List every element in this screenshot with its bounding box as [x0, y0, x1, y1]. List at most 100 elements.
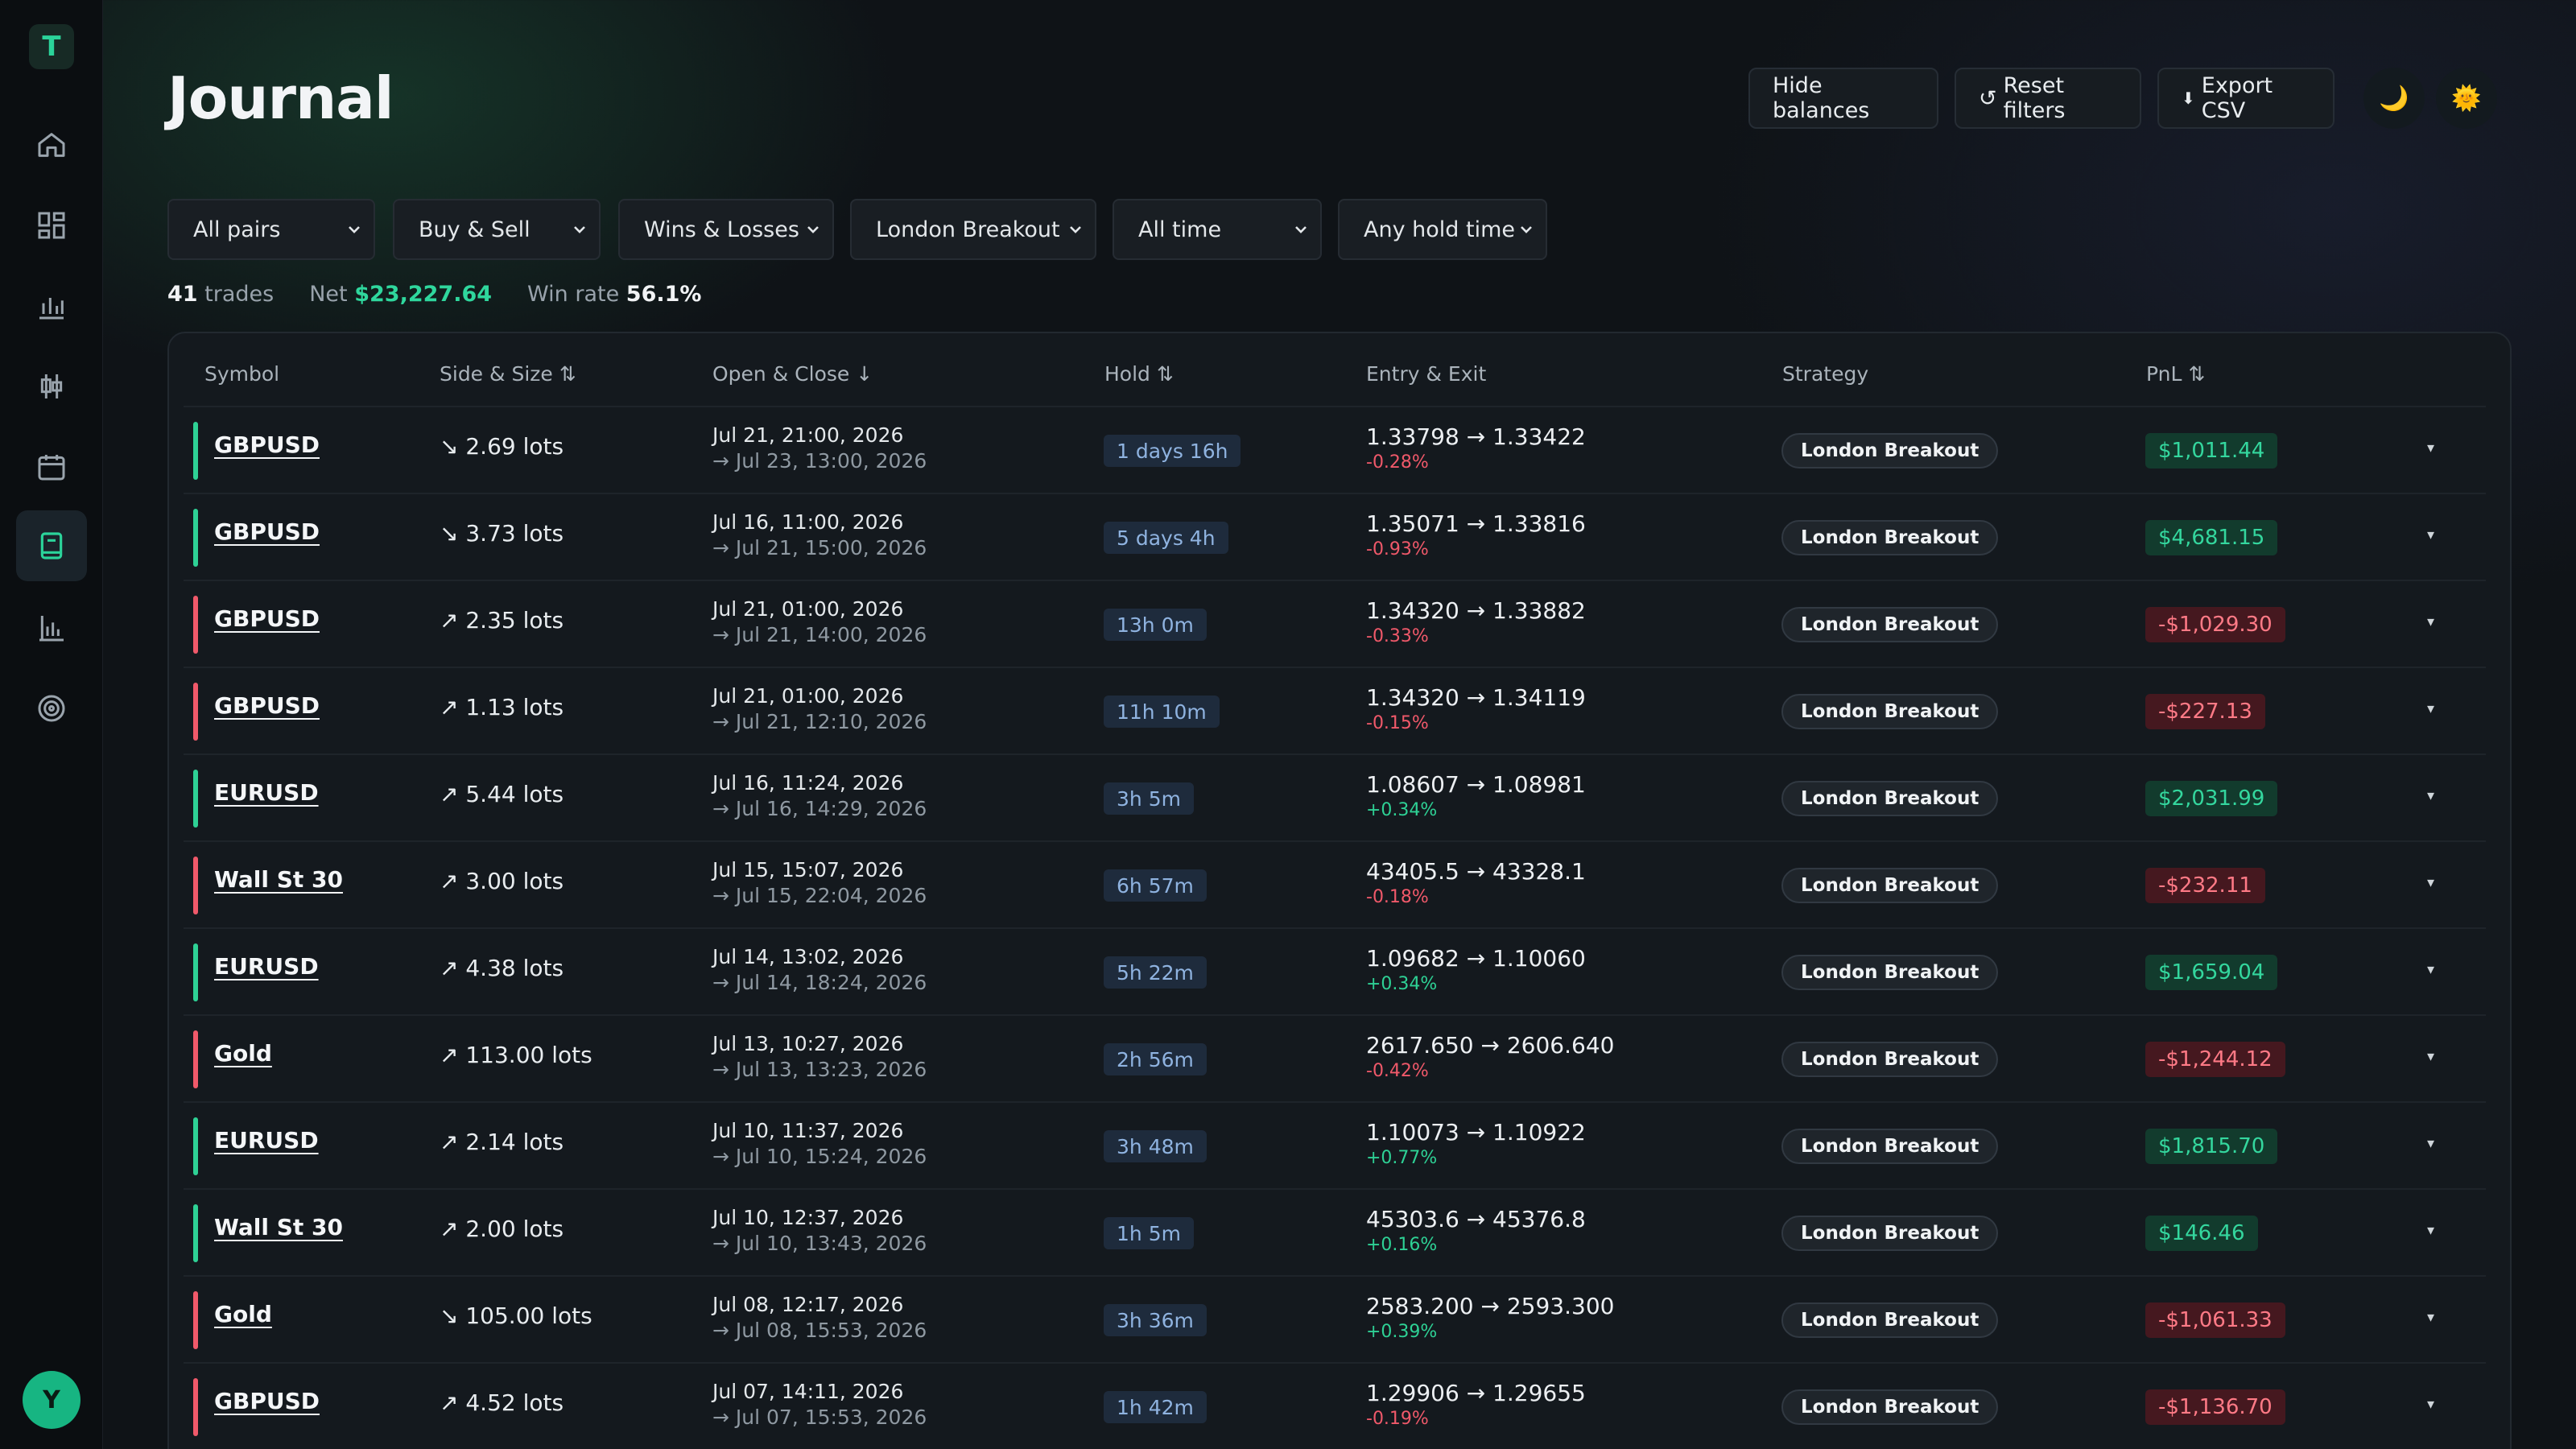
price-change: -0.33% [1366, 626, 1429, 646]
strategy-tag[interactable]: London Breakout [1781, 433, 1999, 469]
strategy-tag[interactable]: London Breakout [1781, 1216, 1999, 1251]
nav-charts[interactable] [16, 351, 87, 422]
pnl-badge: -$1,029.30 [2145, 607, 2285, 642]
pnl-badge: -$1,061.33 [2145, 1302, 2285, 1338]
price-change: +0.16% [1366, 1235, 1438, 1255]
strategy-tag[interactable]: London Breakout [1781, 1389, 1999, 1425]
expand-caret-icon[interactable]: ▾ [2427, 1135, 2434, 1152]
strategy-filter-value: London Breakout [876, 217, 1060, 242]
expand-caret-icon[interactable]: ▾ [2427, 961, 2434, 978]
strategy-tag[interactable]: London Breakout [1781, 955, 1999, 990]
table-row[interactable]: GBPUSD ↗ 1.13 lots Jul 21, 01:00, 2026 → Ju… [184, 667, 2486, 753]
table-row[interactable]: GBPUSD ↗ 4.52 lots Jul 07, 14:11, 2026 → Ju… [184, 1362, 2486, 1449]
side-filter[interactable]: Buy & Sell [393, 199, 601, 260]
expand-caret-icon[interactable]: ▾ [2427, 1048, 2434, 1065]
hold-badge: 6h 57m [1104, 869, 1207, 902]
strategy-tag[interactable]: London Breakout [1781, 781, 1999, 816]
expand-caret-icon[interactable]: ▾ [2427, 1309, 2434, 1326]
symbol-link[interactable]: EURUSD [214, 779, 319, 806]
col-pnl[interactable]: PnL ⇅ [2146, 362, 2205, 386]
journal-icon [40, 532, 63, 559]
expand-caret-icon[interactable]: ▾ [2427, 1396, 2434, 1413]
strategy-tag[interactable]: London Breakout [1781, 607, 1999, 642]
side-size: ↗ 2.35 lots [440, 607, 564, 634]
strategy-tag[interactable]: London Breakout [1781, 1302, 1999, 1338]
expand-caret-icon[interactable]: ▾ [2427, 700, 2434, 717]
symbol-link[interactable]: GBPUSD [214, 692, 320, 719]
table-row[interactable]: EURUSD ↗ 5.44 lots Jul 16, 11:24, 2026 → Ju… [184, 753, 2486, 840]
col-hold[interactable]: Hold ⇅ [1104, 362, 1174, 386]
hold-time-filter[interactable]: Any hold time [1338, 199, 1547, 260]
table-row[interactable]: Wall St 30 ↗ 3.00 lots Jul 15, 15:07, 2026… [184, 840, 2486, 927]
entry-exit: 1.33798 → 1.33422 [1366, 423, 1586, 450]
outcome-indicator [193, 1378, 198, 1436]
nav-home[interactable] [16, 109, 87, 180]
symbol-link[interactable]: Gold [214, 1040, 272, 1067]
table-row[interactable]: GBPUSD ↘ 3.73 lots Jul 16, 11:00, 2026 → Ju… [184, 493, 2486, 580]
expand-caret-icon[interactable]: ▾ [2427, 440, 2434, 456]
expand-caret-icon[interactable]: ▾ [2427, 874, 2434, 891]
entry-exit: 2617.650 → 2606.640 [1366, 1032, 1615, 1059]
nav-journal[interactable] [16, 510, 87, 581]
nav-goals[interactable] [16, 673, 87, 744]
analytics-icon [39, 616, 64, 642]
net-summary: Net $23,227.64 [309, 282, 492, 307]
symbol-link[interactable]: Wall St 30 [214, 1214, 343, 1241]
price-change: -0.28% [1366, 452, 1429, 473]
pnl-badge: -$227.13 [2145, 694, 2265, 729]
symbol-link[interactable]: Wall St 30 [214, 866, 343, 893]
strategy-tag[interactable]: London Breakout [1781, 694, 1999, 729]
symbol-link[interactable]: Gold [214, 1301, 272, 1327]
table-row[interactable]: Gold ↗ 113.00 lots Jul 13, 10:27, 2026 → Ju… [184, 1014, 2486, 1101]
period-filter[interactable]: All time [1113, 199, 1322, 260]
col-strategy[interactable]: Strategy [1782, 362, 1868, 386]
col-entry-exit[interactable]: Entry & Exit [1366, 362, 1486, 386]
strategy-tag[interactable]: London Breakout [1781, 868, 1999, 903]
outcome-filter[interactable]: Wins & Losses [618, 199, 834, 260]
col-side-size[interactable]: Side & Size ⇅ [440, 362, 576, 386]
reset-filters-button[interactable]: ↺ Reset filters [1955, 68, 2141, 129]
strategy-tag[interactable]: London Breakout [1781, 1129, 1999, 1164]
winrate-summary: Win rate 56.1% [527, 282, 701, 307]
nav-stats[interactable] [16, 270, 87, 341]
dark-mode-toggle[interactable]: 🌙 [2363, 68, 2425, 129]
pairs-filter[interactable]: All pairs [167, 199, 375, 260]
home-icon [38, 133, 65, 157]
symbol-link[interactable]: GBPUSD [214, 518, 320, 545]
user-avatar[interactable]: Y [23, 1371, 80, 1429]
chevron-down-icon [1521, 226, 1532, 233]
strategy-filter[interactable]: London Breakout [850, 199, 1096, 260]
col-open-close[interactable]: Open & Close ↓ [712, 362, 873, 386]
page-title: Journal [167, 64, 394, 132]
app-logo[interactable]: T [29, 24, 74, 69]
symbol-link[interactable]: GBPUSD [214, 1388, 320, 1414]
table-row[interactable]: GBPUSD ↘ 2.69 lots Jul 21, 21:00, 2026 → Ju… [184, 406, 2486, 493]
expand-caret-icon[interactable]: ▾ [2427, 787, 2434, 804]
symbol-link[interactable]: EURUSD [214, 1127, 319, 1154]
nav-dashboard[interactable] [16, 190, 87, 261]
expand-caret-icon[interactable]: ▾ [2427, 613, 2434, 630]
symbol-link[interactable]: EURUSD [214, 953, 319, 980]
sun-icon: 🌞 [2451, 84, 2482, 113]
nav-calendar[interactable] [16, 431, 87, 502]
strategy-tag[interactable]: London Breakout [1781, 520, 1999, 555]
symbol-link[interactable]: GBPUSD [214, 605, 320, 632]
hide-balances-button[interactable]: Hide balances [1748, 68, 1938, 129]
symbol-link[interactable]: GBPUSD [214, 431, 320, 458]
light-mode-toggle[interactable]: 🌞 [2436, 68, 2497, 129]
pnl-badge: $2,031.99 [2145, 781, 2278, 816]
col-symbol[interactable]: Symbol [204, 362, 279, 386]
table-row[interactable]: Gold ↘ 105.00 lots Jul 08, 12:17, 2026 → Ju… [184, 1275, 2486, 1362]
table-row[interactable]: GBPUSD ↗ 2.35 lots Jul 21, 01:00, 2026 → Ju… [184, 580, 2486, 667]
expand-caret-icon[interactable]: ▾ [2427, 1222, 2434, 1239]
export-csv-button[interactable]: ⬇ Export CSV [2157, 68, 2334, 129]
table-row[interactable]: EURUSD ↗ 2.14 lots Jul 10, 11:37, 2026 → Ju… [184, 1101, 2486, 1188]
strategy-tag[interactable]: London Breakout [1781, 1042, 1999, 1077]
table-row[interactable]: EURUSD ↗ 4.38 lots Jul 14, 13:02, 2026 → Ju… [184, 927, 2486, 1014]
table-row[interactable]: Wall St 30 ↗ 2.00 lots Jul 10, 12:37, 2026… [184, 1188, 2486, 1275]
hold-badge: 3h 36m [1104, 1304, 1207, 1336]
side-size: ↗ 3.00 lots [440, 868, 564, 894]
expand-caret-icon[interactable]: ▾ [2427, 526, 2434, 543]
nav-analytics[interactable] [16, 592, 87, 663]
hold-badge: 13h 0m [1104, 609, 1207, 641]
